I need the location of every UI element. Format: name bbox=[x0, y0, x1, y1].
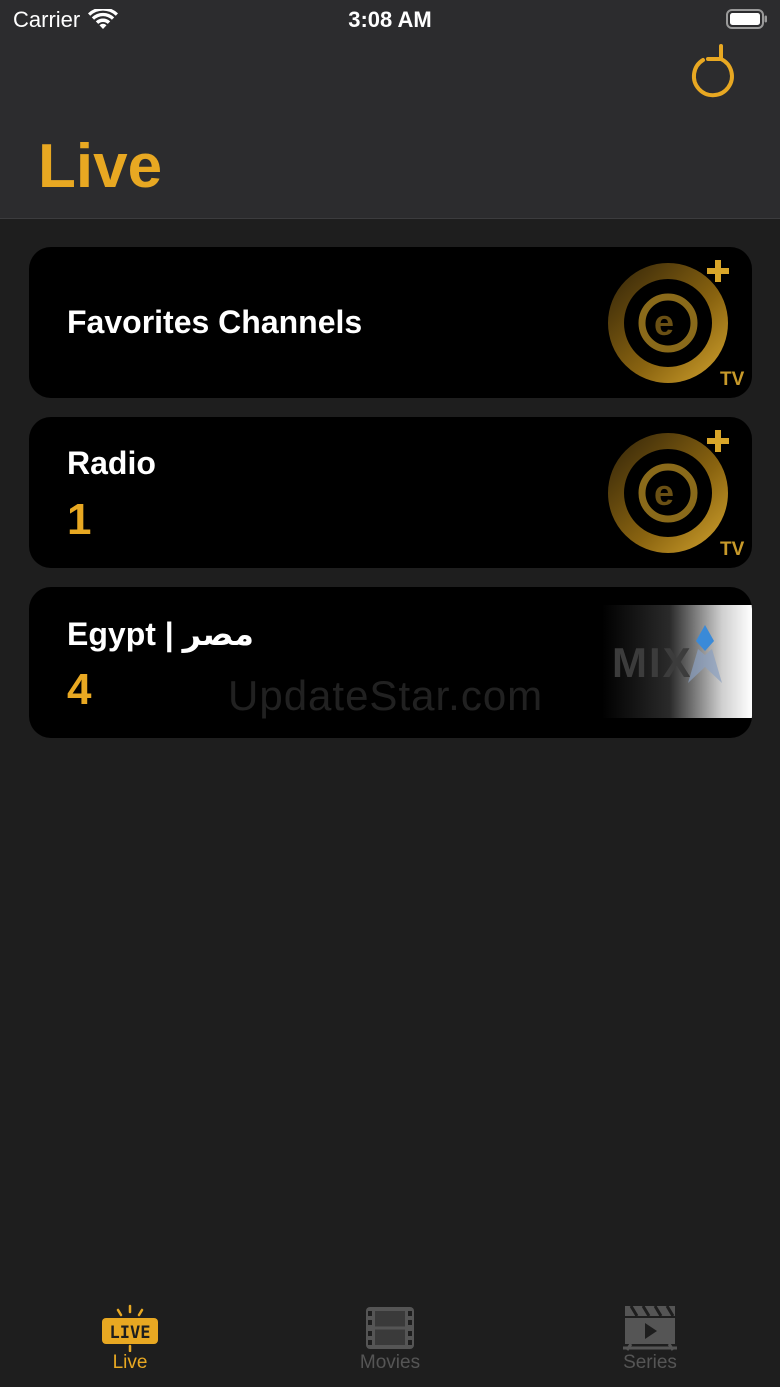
mix-logo: MIX bbox=[602, 605, 752, 718]
film-icon bbox=[365, 1304, 415, 1352]
tab-label: Live bbox=[112, 1352, 148, 1373]
category-card-favorites[interactable]: Favorites Channels e TV bbox=[29, 247, 752, 398]
tab-movies[interactable]: Movies bbox=[260, 1294, 520, 1387]
svg-text:MIX: MIX bbox=[612, 639, 693, 686]
svg-text:TV: TV bbox=[720, 369, 745, 390]
tab-series[interactable]: Series bbox=[520, 1294, 780, 1387]
category-title: Radio bbox=[67, 445, 156, 481]
category-title: Egypt | مصر bbox=[67, 616, 254, 652]
battery-icon bbox=[726, 9, 767, 29]
category-card-egypt[interactable]: Egypt | مصر 4 MIX bbox=[29, 587, 752, 738]
tab-label: Movies bbox=[359, 1352, 421, 1373]
svg-text:LIVE: LIVE bbox=[110, 1323, 151, 1343]
svg-text:e: e bbox=[654, 472, 674, 513]
svg-text:TV: TV bbox=[720, 539, 745, 560]
svg-text:e: e bbox=[654, 302, 674, 343]
tab-label: Series bbox=[623, 1352, 677, 1373]
page-title: Live bbox=[38, 132, 163, 201]
category-card-radio[interactable]: Radio 1 e TV bbox=[29, 417, 752, 568]
tab-live[interactable]: LIVE Live bbox=[0, 1294, 260, 1387]
be-tv-logo: e TV bbox=[602, 247, 752, 398]
category-count: 4 bbox=[67, 665, 92, 714]
header: Carrier 3:08 AM Live bbox=[0, 0, 780, 219]
refresh-button[interactable] bbox=[686, 42, 742, 100]
status-bar: Carrier 3:08 AM bbox=[0, 0, 780, 40]
live-badge-icon: LIVE bbox=[100, 1304, 160, 1352]
refresh-icon bbox=[691, 44, 734, 98]
category-count: 1 bbox=[67, 495, 92, 544]
status-time: 3:08 AM bbox=[348, 7, 432, 32]
category-title: Favorites Channels bbox=[67, 304, 363, 340]
be-tv-logo: e TV bbox=[602, 417, 752, 568]
category-list: Favorites Channels e TV Radio 1 e TV Egy… bbox=[29, 247, 752, 757]
clapper-icon bbox=[621, 1304, 679, 1352]
tab-bar: LIVE Live Movies Series bbox=[0, 1294, 780, 1387]
